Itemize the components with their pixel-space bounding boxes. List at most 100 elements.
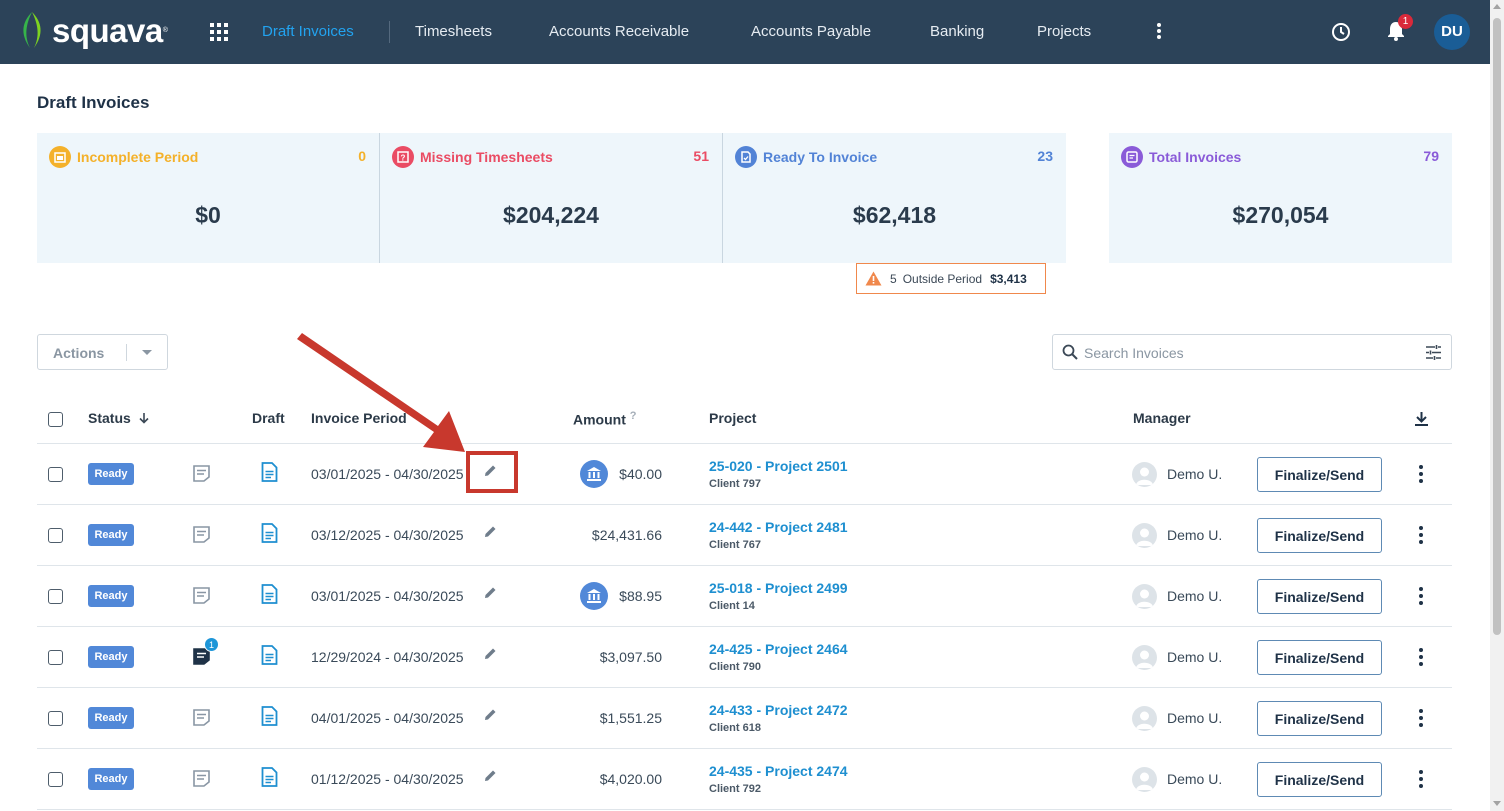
- draft-document-button[interactable]: [261, 645, 278, 670]
- clock-icon[interactable]: [1331, 22, 1351, 42]
- scroll-thumb[interactable]: [1493, 18, 1501, 635]
- more-nav-icon[interactable]: [1152, 22, 1166, 42]
- nav-draft-invoices[interactable]: Draft Invoices: [262, 23, 354, 40]
- nav-accounts-receivable[interactable]: Accounts Receivable: [549, 23, 689, 40]
- draft-document-button[interactable]: [261, 462, 278, 487]
- person-icon: [1136, 589, 1153, 607]
- card-total-invoices[interactable]: Total Invoices 79 $270,054: [1109, 133, 1452, 263]
- column-header-status[interactable]: Status: [88, 410, 150, 426]
- select-all-checkbox[interactable]: [48, 412, 63, 427]
- finalize-send-button[interactable]: Finalize/Send: [1257, 518, 1382, 553]
- row-more-icon[interactable]: [1418, 587, 1424, 605]
- outside-period-amount: $3,413: [990, 271, 1027, 286]
- manager-name: Demo U.: [1167, 710, 1223, 726]
- finalize-send-button[interactable]: Finalize/Send: [1257, 701, 1382, 736]
- bank-payment-icon[interactable]: [580, 582, 608, 610]
- column-header-draft[interactable]: Draft: [252, 410, 285, 426]
- card-incomplete-period[interactable]: Incomplete Period 0 $0: [37, 133, 379, 263]
- card-label: Total Invoices: [1149, 149, 1242, 165]
- invoice-period: 12/29/2024 - 04/30/2025: [311, 649, 464, 665]
- edit-period-button[interactable]: [483, 708, 497, 727]
- trademark-mark: ®: [162, 26, 168, 34]
- notes-button[interactable]: [192, 708, 211, 732]
- row-more-icon[interactable]: [1418, 709, 1424, 727]
- card-missing-timesheets[interactable]: ? Missing Timesheets 51 $204,224: [380, 133, 722, 263]
- user-avatar[interactable]: DU: [1434, 14, 1470, 50]
- bank-payment-icon[interactable]: [580, 460, 608, 488]
- draft-document-button[interactable]: [261, 767, 278, 792]
- row-checkbox[interactable]: [48, 772, 63, 787]
- notes-button[interactable]: [192, 525, 211, 549]
- search-input[interactable]: [1084, 343, 1404, 363]
- finalize-send-button[interactable]: Finalize/Send: [1257, 457, 1382, 492]
- table-row[interactable]: Ready 03/12/2025 - 04/30/2025 $24,431.66…: [37, 505, 1452, 566]
- page-title: Draft Invoices: [37, 93, 150, 112]
- column-header-project[interactable]: Project: [709, 410, 756, 426]
- nav-accounts-payable[interactable]: Accounts Payable: [751, 23, 871, 40]
- squava-logo[interactable]: squava ®: [18, 10, 168, 50]
- edit-period-button[interactable]: [483, 586, 497, 605]
- download-icon[interactable]: [1414, 411, 1429, 427]
- table-row[interactable]: Ready 03/01/2025 - 04/30/2025 $88.95 25-…: [37, 566, 1452, 627]
- edit-period-button[interactable]: [483, 525, 497, 544]
- edit-period-button[interactable]: [483, 769, 497, 788]
- column-header-invoice-period[interactable]: Invoice Period: [311, 410, 407, 426]
- calendar-icon: [49, 146, 71, 168]
- row-more-icon[interactable]: [1418, 770, 1424, 788]
- apps-grid-icon[interactable]: [210, 23, 228, 41]
- logo-text: squava: [52, 11, 163, 49]
- draft-document-button[interactable]: [261, 523, 278, 548]
- project-link[interactable]: 25-020 - Project 2501: [709, 458, 848, 474]
- finalize-send-button[interactable]: Finalize/Send: [1257, 762, 1382, 797]
- nav-projects[interactable]: Projects: [1037, 23, 1091, 40]
- project-link[interactable]: 24-435 - Project 2474: [709, 763, 848, 779]
- notes-button[interactable]: [192, 586, 211, 610]
- card-label: Ready To Invoice: [763, 149, 878, 165]
- scroll-down-arrow[interactable]: [1493, 801, 1501, 806]
- actions-dropdown[interactable]: Actions: [37, 334, 168, 370]
- finalize-send-button[interactable]: Finalize/Send: [1257, 579, 1382, 614]
- pencil-icon: [485, 648, 496, 659]
- row-more-icon[interactable]: [1418, 465, 1424, 483]
- row-more-icon[interactable]: [1418, 526, 1424, 544]
- notes-button[interactable]: [192, 769, 211, 793]
- filter-settings-icon[interactable]: [1425, 344, 1442, 361]
- table-row[interactable]: Ready 1 12/29/2024 - 04/30/2025 $3,097.5…: [37, 627, 1452, 688]
- row-checkbox[interactable]: [48, 528, 63, 543]
- client-name: Client 767: [709, 539, 761, 551]
- notes-button[interactable]: [192, 464, 211, 488]
- row-checkbox[interactable]: [48, 650, 63, 665]
- edit-period-button[interactable]: [483, 647, 497, 666]
- project-link[interactable]: 24-433 - Project 2472: [709, 702, 848, 718]
- scroll-up-arrow[interactable]: [1493, 4, 1501, 9]
- document-icon: [261, 767, 278, 787]
- row-checkbox[interactable]: [48, 467, 63, 482]
- finalize-send-button[interactable]: Finalize/Send: [1257, 640, 1382, 675]
- project-link[interactable]: 25-018 - Project 2499: [709, 580, 848, 596]
- draft-document-button[interactable]: [261, 706, 278, 731]
- table-row[interactable]: Ready 03/01/2025 - 04/30/2025 $40.00 25-…: [37, 444, 1452, 505]
- column-header-amount[interactable]: Amount ?: [573, 410, 637, 428]
- status-badge: Ready: [88, 463, 134, 485]
- draft-document-button[interactable]: [261, 584, 278, 609]
- invoice-amount: $4,020.00: [599, 771, 662, 787]
- row-checkbox[interactable]: [48, 711, 63, 726]
- table-row[interactable]: Ready 04/01/2025 - 04/30/2025 $1,551.25 …: [37, 688, 1452, 749]
- page-scrollbar[interactable]: [1490, 0, 1504, 811]
- nav-banking[interactable]: Banking: [930, 23, 984, 40]
- person-icon: [1136, 528, 1153, 546]
- project-link[interactable]: 24-425 - Project 2464: [709, 641, 848, 657]
- outside-period-alert[interactable]: 5 Outside Period $3,413: [856, 263, 1046, 294]
- nav-timesheets[interactable]: Timesheets: [415, 23, 492, 40]
- amount-help-icon[interactable]: ?: [630, 410, 637, 422]
- project-link[interactable]: 24-442 - Project 2481: [709, 519, 848, 535]
- row-more-icon[interactable]: [1418, 648, 1424, 666]
- column-header-manager[interactable]: Manager: [1133, 410, 1191, 426]
- status-badge: Ready: [88, 585, 134, 607]
- table-row[interactable]: Ready 01/12/2025 - 04/30/2025 $4,020.00 …: [37, 749, 1452, 810]
- nav-divider: [389, 21, 390, 43]
- warning-icon: [865, 271, 882, 286]
- card-ready-to-invoice[interactable]: Ready To Invoice 23 $62,418: [723, 133, 1066, 263]
- row-checkbox[interactable]: [48, 589, 63, 604]
- document-icon: [261, 462, 278, 482]
